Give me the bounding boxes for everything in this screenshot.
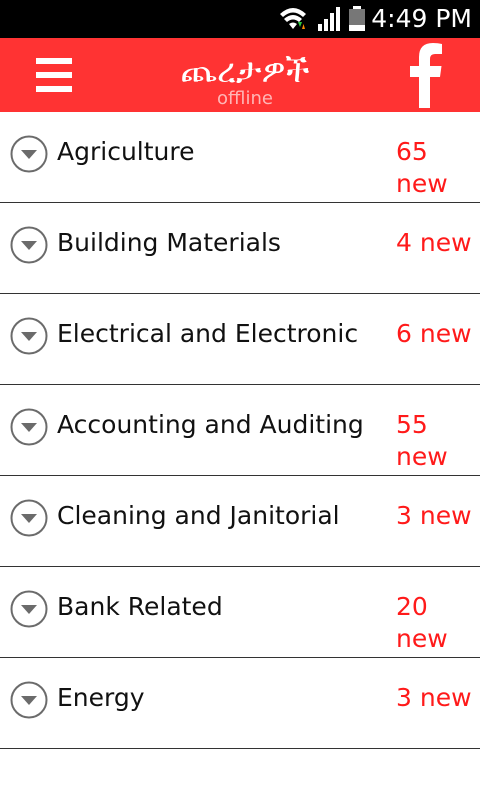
category-name: Accounting and Auditing bbox=[57, 410, 364, 439]
app-title: ጨረታዎች bbox=[180, 51, 310, 91]
category-name: Building Materials bbox=[57, 228, 281, 257]
facebook-icon[interactable] bbox=[404, 42, 452, 108]
app-bar: ጨረታዎች offline bbox=[0, 38, 480, 112]
category-name: Bank Related bbox=[57, 592, 223, 621]
wifi-icon bbox=[280, 8, 306, 29]
status-bar: 4:49 PM bbox=[0, 0, 480, 38]
new-count: 4 new bbox=[396, 228, 472, 257]
category-row-accounting-auditing[interactable]: Accounting and Auditing 55 new bbox=[0, 385, 480, 476]
new-count: 6 new bbox=[396, 319, 472, 348]
chevron-down-icon[interactable] bbox=[10, 681, 48, 719]
new-count: 55 new bbox=[396, 410, 448, 471]
new-count: 65 new bbox=[396, 137, 448, 198]
chevron-down-icon[interactable] bbox=[10, 226, 48, 264]
category-name: Electrical and Electronic bbox=[57, 319, 359, 348]
category-row-agriculture[interactable]: Agriculture 65 new bbox=[0, 112, 480, 203]
hamburger-menu-icon[interactable] bbox=[36, 58, 72, 92]
category-name: Cleaning and Janitorial bbox=[57, 501, 340, 530]
battery-icon bbox=[349, 6, 365, 31]
chevron-down-icon[interactable] bbox=[10, 408, 48, 446]
category-name: Energy bbox=[57, 683, 145, 712]
category-list: Agriculture 65 new Building Materials 4 … bbox=[0, 112, 480, 749]
category-row-cleaning-janitorial[interactable]: Cleaning and Janitorial 3 new bbox=[0, 476, 480, 567]
chevron-down-icon[interactable] bbox=[10, 590, 48, 628]
category-row-energy[interactable]: Energy 3 new bbox=[0, 658, 480, 749]
status-time: 4:49 PM bbox=[371, 4, 472, 33]
category-row-building-materials[interactable]: Building Materials 4 new bbox=[0, 203, 480, 294]
new-count: 3 new bbox=[396, 683, 472, 712]
category-row-electrical-electronic[interactable]: Electrical and Electronic 6 new bbox=[0, 294, 480, 385]
chevron-down-icon[interactable] bbox=[10, 499, 48, 537]
category-name: Agriculture bbox=[57, 137, 195, 166]
menu-line bbox=[36, 58, 72, 64]
new-count: 3 new bbox=[396, 501, 472, 530]
menu-line bbox=[36, 72, 72, 78]
signal-icon bbox=[318, 7, 340, 31]
chevron-down-icon[interactable] bbox=[10, 135, 48, 173]
connection-status: offline bbox=[217, 88, 273, 109]
new-count: 20 new bbox=[396, 592, 448, 653]
category-row-bank-related[interactable]: Bank Related 20 new bbox=[0, 567, 480, 658]
menu-line bbox=[36, 86, 72, 92]
chevron-down-icon[interactable] bbox=[10, 317, 48, 355]
